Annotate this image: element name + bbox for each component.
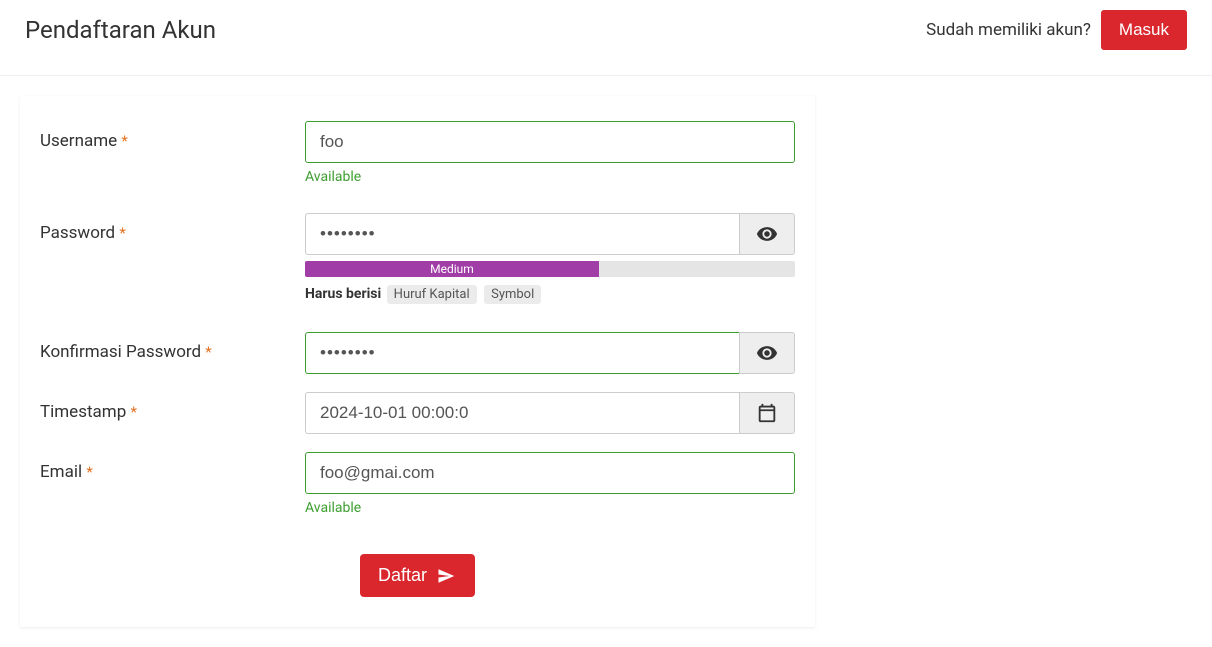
register-button[interactable]: Daftar [360,554,475,597]
password-strength-fill: Medium [305,261,599,277]
username-label: Username [40,131,117,151]
content-area: Username * Available Password * [0,75,1212,627]
password-label-col: Password * [40,213,305,243]
send-icon [435,567,457,585]
email-row: Email * Available [40,452,795,516]
timestamp-input-group [305,392,795,434]
required-marker: * [121,132,127,150]
required-marker: * [130,403,136,421]
password-strength-label: Medium [305,261,599,277]
password-input-group [305,213,795,255]
timestamp-label: Timestamp [40,402,126,422]
open-datepicker-button[interactable] [739,392,795,434]
email-input[interactable] [305,452,795,494]
submit-row: Daftar [40,544,795,597]
calendar-icon [756,402,778,424]
email-label: Email [40,462,82,482]
confirm-password-row: Konfirmasi Password * [40,332,795,374]
password-strength-bar: Medium [305,261,795,277]
password-requirements: Harus berisi Huruf Kapital Symbol [305,285,795,304]
submit-spacer [40,544,305,554]
email-label-col: Email * [40,452,305,482]
password-input[interactable] [305,213,739,255]
email-hint: Available [305,500,795,516]
header-right: Sudah memiliki akun? Masuk [926,10,1187,50]
required-marker: * [86,463,92,481]
required-marker: * [205,343,211,361]
confirm-password-input[interactable] [305,332,739,374]
register-button-label: Daftar [378,565,427,586]
password-field-col: Medium Harus berisi Huruf Kapital Symbol [305,213,795,304]
confirm-password-label: Konfirmasi Password [40,342,201,362]
username-hint: Available [305,169,795,185]
username-input[interactable] [305,121,795,163]
confirm-password-input-group [305,332,795,374]
password-row: Password * Medium Harus berisi Hu [40,213,795,304]
timestamp-input[interactable] [305,392,739,434]
login-button[interactable]: Masuk [1101,10,1187,50]
eye-icon [756,223,778,245]
required-marker: * [119,224,125,242]
toggle-password-visibility-button[interactable] [739,213,795,255]
submit-field-col: Daftar [305,554,795,597]
requirement-tag: Huruf Kapital [387,285,477,304]
registration-form-card: Username * Available Password * [20,96,815,627]
username-field-col: Available [305,121,795,185]
requirement-tag: Symbol [484,285,541,304]
timestamp-field-col [305,392,795,434]
email-field-col: Available [305,452,795,516]
confirm-password-label-col: Konfirmasi Password * [40,332,305,362]
toggle-confirm-password-visibility-button[interactable] [739,332,795,374]
already-have-account-text: Sudah memiliki akun? [926,20,1091,40]
eye-icon [756,342,778,364]
username-row: Username * Available [40,121,795,185]
timestamp-label-col: Timestamp * [40,392,305,422]
username-label-col: Username * [40,121,305,151]
timestamp-row: Timestamp * [40,392,795,434]
confirm-password-field-col [305,332,795,374]
page-title: Pendaftaran Akun [25,16,216,44]
password-label: Password [40,223,115,243]
page-header: Pendaftaran Akun Sudah memiliki akun? Ma… [0,0,1212,75]
requirements-label: Harus berisi [305,286,381,302]
